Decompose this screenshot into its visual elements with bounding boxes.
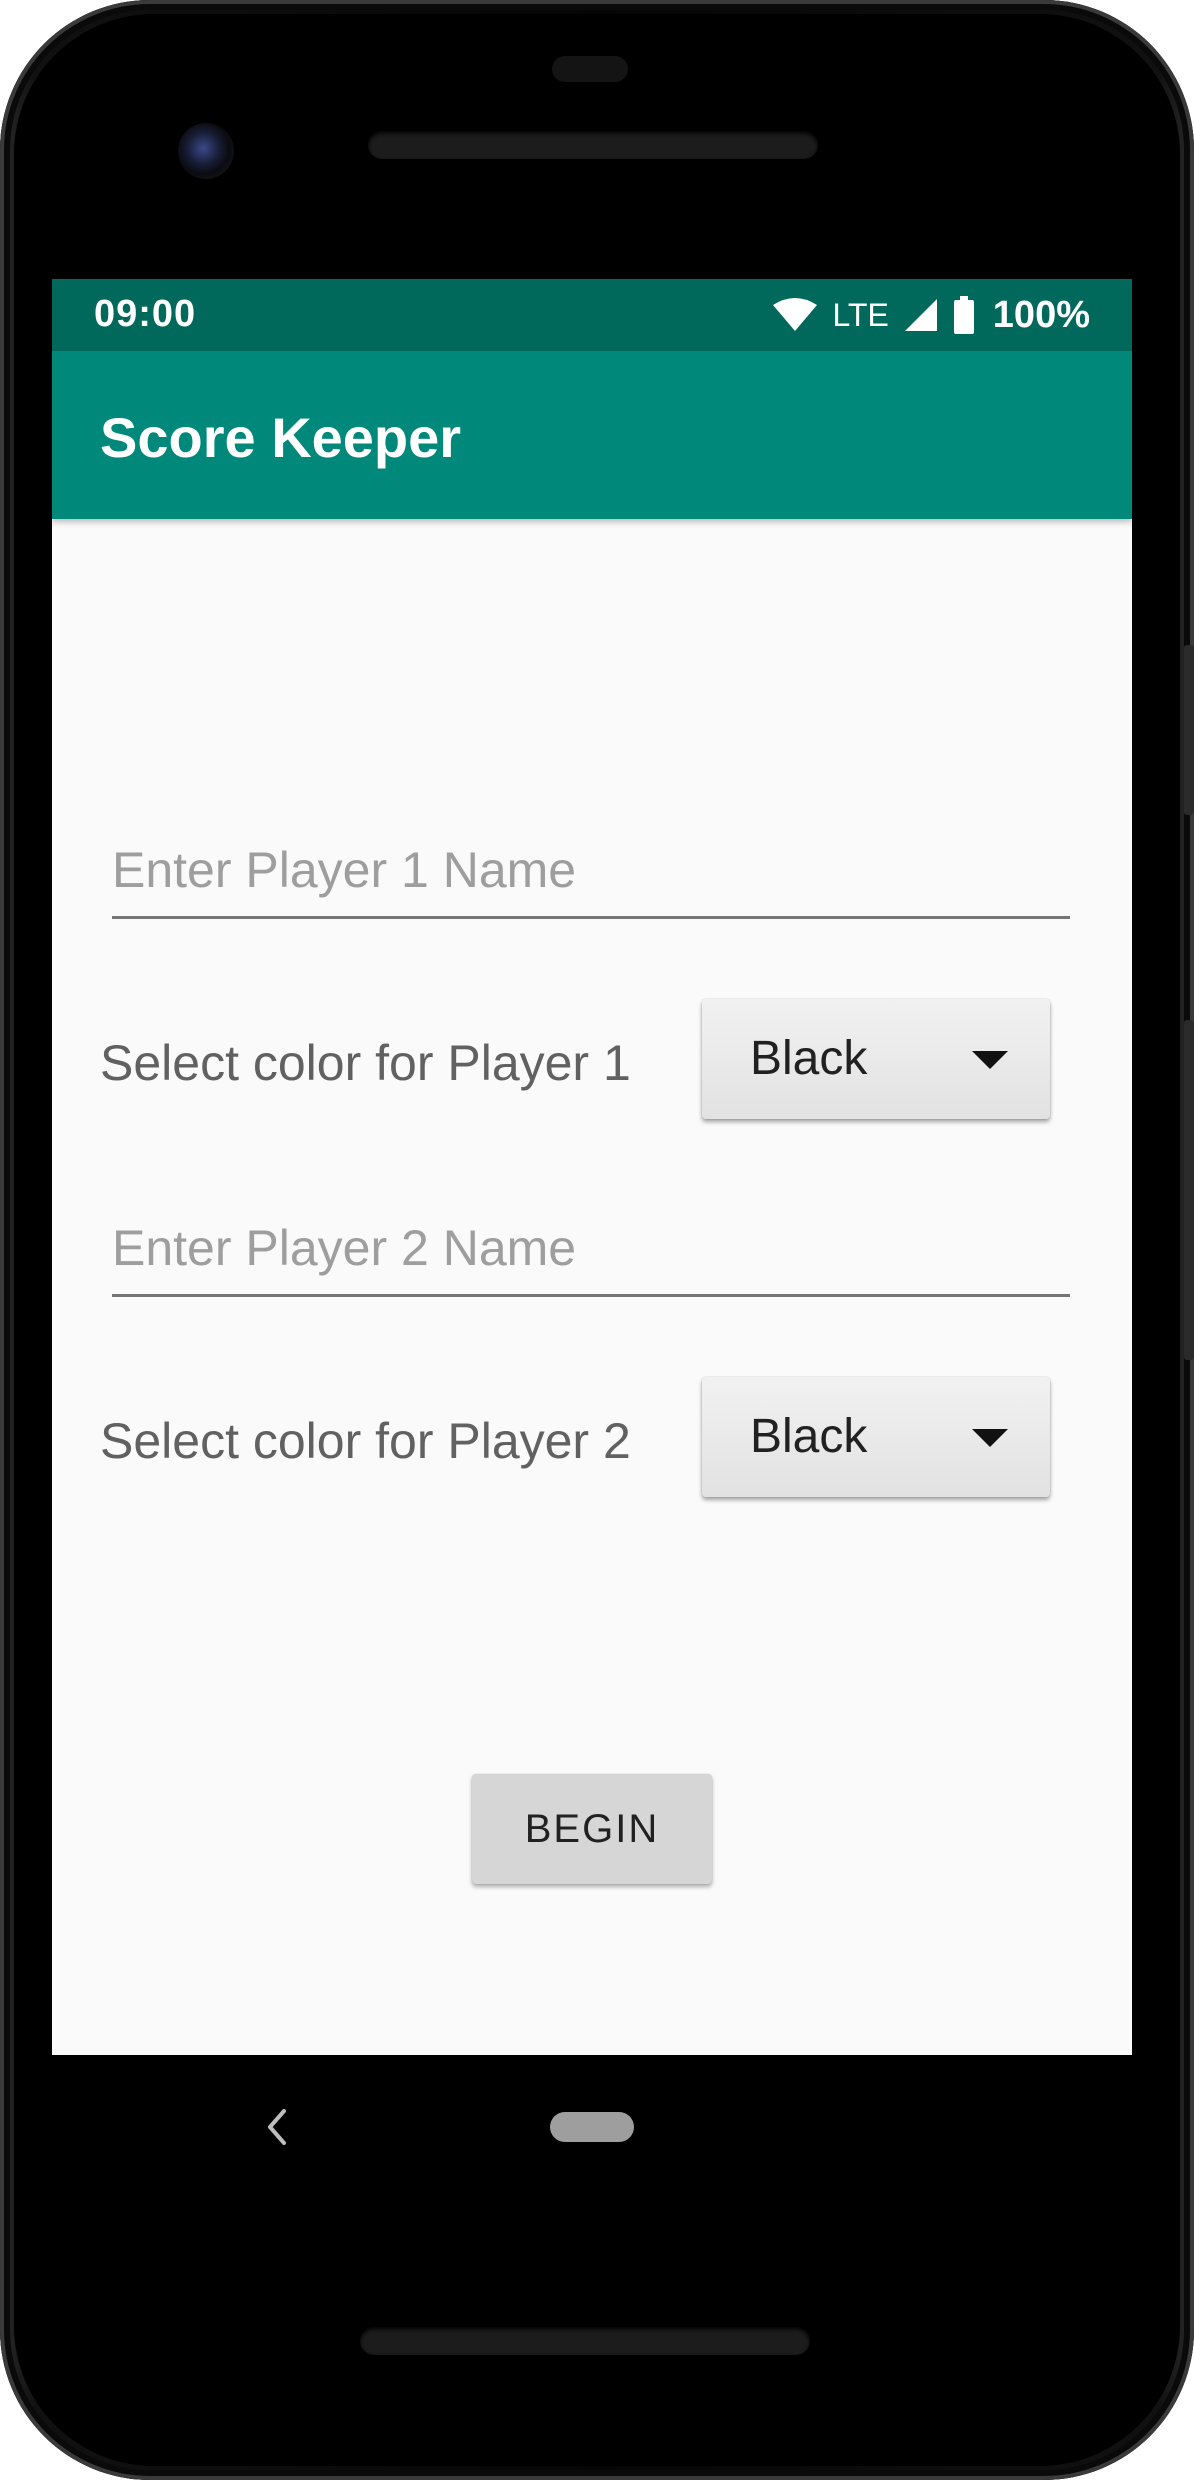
player2-name-input[interactable] [112,1207,1070,1297]
screen: 09:00 LTE 100% Score Keeper Select colo [52,279,1132,2055]
dropdown-arrow-icon [972,1429,1008,1447]
proximity-sensor [552,56,628,82]
app-title: Score Keeper [100,406,462,469]
volume-button [1184,1020,1194,1360]
player2-color-spinner[interactable]: Black [702,1377,1050,1497]
player2-color-value: Black [750,1410,868,1463]
dropdown-arrow-icon [972,1051,1008,1069]
player1-color-spinner[interactable]: Black [702,999,1050,1119]
player1-color-label: Select color for Player 1 [100,1035,631,1091]
status-bar: 09:00 LTE 100% [52,279,1132,351]
cell-signal-icon [904,299,937,331]
network-type: LTE [832,296,889,333]
home-icon[interactable] [550,2112,634,2142]
earpiece-speaker [368,131,818,159]
status-time: 09:00 [94,293,197,335]
begin-button[interactable]: BEGIN [472,1774,712,1884]
phone-frame: 09:00 LTE 100% Score Keeper Select colo [0,0,1194,2480]
battery-icon [953,296,974,334]
status-icons: LTE 100% [772,291,1090,339]
front-camera-icon [178,123,234,179]
bottom-speaker [360,2327,810,2355]
player1-color-value: Black [750,1032,868,1085]
player2-color-label: Select color for Player 2 [100,1413,631,1469]
power-button [1184,645,1194,815]
player1-name-input[interactable] [112,829,1070,919]
app-bar: Score Keeper [52,351,1132,519]
wifi-icon [773,298,818,331]
back-icon[interactable] [262,2107,292,2147]
battery-percent: 100% [992,293,1090,336]
